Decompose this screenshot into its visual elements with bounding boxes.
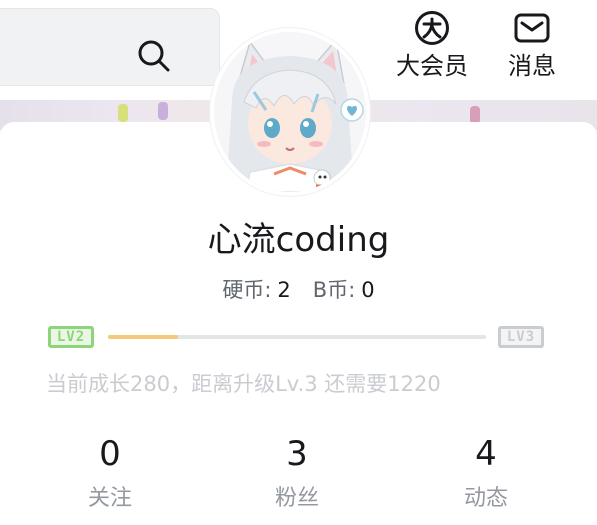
stat-following[interactable]: 0 关注 bbox=[35, 434, 185, 514]
search-icon[interactable] bbox=[136, 38, 172, 74]
messages-nav-label: 消息 bbox=[508, 52, 556, 80]
hard-coin-value: 2 bbox=[277, 278, 291, 302]
current-level-badge: LV2 bbox=[48, 326, 94, 348]
level-progress-bar bbox=[108, 335, 486, 339]
followers-count: 3 bbox=[286, 434, 308, 474]
followers-label: 粉丝 bbox=[274, 486, 319, 511]
stat-dynamics[interactable]: 4 动态 bbox=[411, 434, 561, 514]
banner-decoration bbox=[158, 102, 168, 120]
vip-circle-icon bbox=[415, 11, 449, 45]
messages-nav-button[interactable]: 消息 bbox=[494, 10, 570, 90]
hard-coin-label: 硬币: bbox=[222, 278, 272, 302]
mail-icon bbox=[514, 13, 550, 43]
banner-decoration bbox=[118, 104, 128, 122]
next-level-badge: LV3 bbox=[498, 326, 544, 348]
following-count: 0 bbox=[99, 434, 121, 474]
dynamics-label: 动态 bbox=[463, 486, 508, 511]
level-progress-fill bbox=[108, 335, 179, 339]
dynamics-count: 4 bbox=[475, 434, 497, 474]
vip-nav-label: 大会员 bbox=[396, 52, 468, 80]
username: 心流coding bbox=[207, 220, 390, 260]
search-bar[interactable] bbox=[0, 8, 220, 86]
vip-nav-button[interactable]: 大会员 bbox=[394, 10, 470, 90]
following-label: 关注 bbox=[87, 486, 132, 511]
growth-progress-text: 当前成长280，距离升级Lv.3 还需要1220 bbox=[46, 372, 441, 396]
coin-balance: 硬币: 2 B币: 0 bbox=[0, 276, 597, 304]
stat-followers[interactable]: 3 粉丝 bbox=[222, 434, 372, 514]
avatar[interactable] bbox=[210, 28, 370, 196]
anime-character-avatar bbox=[214, 32, 366, 192]
b-coin-label: B币: bbox=[312, 278, 356, 302]
b-coin-value: 0 bbox=[361, 278, 375, 302]
